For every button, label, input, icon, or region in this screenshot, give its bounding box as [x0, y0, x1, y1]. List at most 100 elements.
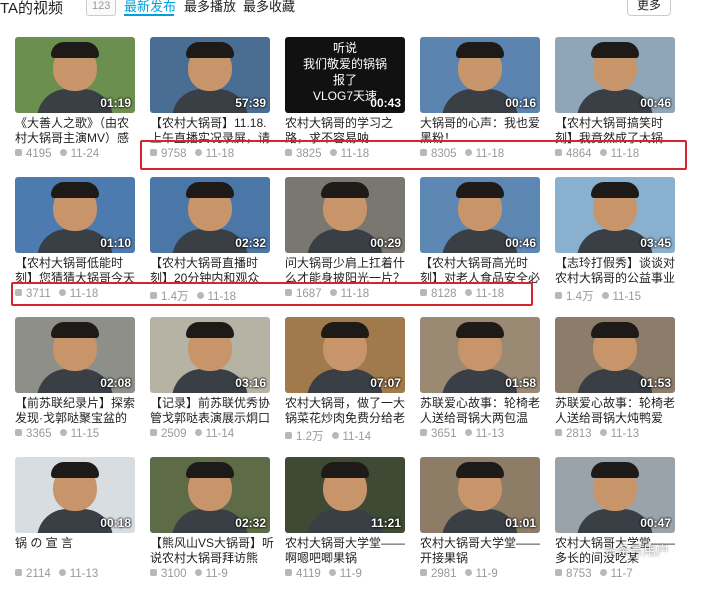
thumbnail-person-shape	[456, 182, 504, 198]
video-title[interactable]: 苏联爱心故事：轮椅老人送给哥锅大两包温	[420, 396, 544, 426]
play-count-icon	[150, 429, 157, 436]
video-stats: 4195 11-24	[15, 148, 139, 162]
video-title[interactable]: 【农村大锅哥直播时刻】20分钟内和观众	[150, 256, 274, 286]
video-thumbnail[interactable]: 01:58	[420, 317, 540, 393]
thumbnail-person-shape	[51, 42, 99, 58]
video-card[interactable]: 07:07 农村大锅哥，做了一大锅菜花炒肉免费分给老 1.2万 11-14	[285, 317, 407, 455]
upload-date: 11-15	[612, 291, 642, 303]
video-duration: 00:46	[640, 96, 671, 110]
video-card[interactable]: 01:10 【农村大锅哥低能时刻】您猜猜大锅哥今天 3711 11-18	[15, 177, 137, 315]
video-thumbnail[interactable]: 00:29	[285, 177, 405, 253]
video-thumbnail[interactable]: 57:39	[150, 37, 270, 113]
video-thumbnail[interactable]: 02:08	[15, 317, 135, 393]
clock-icon	[599, 149, 607, 156]
video-thumbnail[interactable]: 03:16	[150, 317, 270, 393]
video-title[interactable]: 锅 の 宣 言	[15, 536, 139, 566]
video-thumbnail[interactable]: 01:19	[15, 37, 135, 113]
video-duration: 01:58	[505, 376, 536, 390]
video-card[interactable]: 01:58 苏联爱心故事：轮椅老人送给哥锅大两包温 3651 11-13	[420, 317, 542, 455]
video-duration: 01:01	[505, 516, 536, 530]
video-thumbnail[interactable]: 01:10	[15, 177, 135, 253]
video-grid: 01:19 《大善人之歌》（由农村大锅哥主演MV）感 4195 11-24 57:39 【…	[0, 0, 705, 580]
video-title[interactable]: 【农村大锅哥搞笑时刻】我竟然成了大锅	[555, 116, 679, 146]
video-title[interactable]: 【农村大锅哥高光时刻】对老人食品安全必	[420, 256, 544, 286]
video-title[interactable]: 【熊风山VS大锅哥】听说农村大锅哥拜访熊	[150, 536, 274, 566]
video-stats: 2509 11-14	[150, 428, 274, 442]
video-card[interactable]: 01:19 《大善人之歌》（由农村大锅哥主演MV）感 4195 11-24	[15, 37, 137, 175]
video-card[interactable]: 01:53 苏联爱心故事：轮椅老人送给哥锅大炖鸭爱 2813 11-13	[555, 317, 677, 455]
video-card[interactable]: 02:32 【农村大锅哥直播时刻】20分钟内和观众 1.4万 11-18	[150, 177, 272, 315]
video-thumbnail[interactable]: 07:07	[285, 317, 405, 393]
video-title[interactable]: 大锅哥的心声：我也爱黑粉！	[420, 116, 544, 146]
video-stats: 1.2万 11-14	[285, 428, 409, 443]
video-card[interactable]: 00:46 【农村大锅哥搞笑时刻】我竟然成了大锅 4864 11-18	[555, 37, 677, 175]
upload-date: 11-18	[475, 288, 505, 300]
thumbnail-person-shape	[591, 182, 639, 198]
view-count: 1.4万	[161, 291, 189, 303]
video-title[interactable]: 【记录】前苏联优秀协管戈郭哒表演展示炯口	[150, 396, 274, 426]
clock-icon	[194, 149, 202, 156]
video-thumbnail[interactable]: 00:47	[555, 457, 675, 533]
video-card[interactable]: 02:32 【熊风山VS大锅哥】听说农村大锅哥拜访熊 3100 11-9	[150, 457, 274, 595]
video-thumbnail[interactable]: 01:01	[420, 457, 540, 533]
upload-date: 11-13	[610, 428, 640, 440]
play-count-icon	[150, 149, 157, 156]
video-thumbnail[interactable]: 02:32	[150, 177, 270, 253]
video-title[interactable]: 【农村大锅哥低能时刻】您猜猜大锅哥今天	[15, 256, 139, 286]
video-thumbnail[interactable]: 00:16	[420, 37, 540, 113]
video-card[interactable]: 02:08 【前苏联纪录片】探索发现·戈郭哒聚宝盆的 3365 11-15	[15, 317, 137, 455]
view-count: 2509	[161, 428, 187, 440]
video-card[interactable]: 听说 我们敬爱的锅锅 报了 VLOG7天速 00:43 农村大锅哥的学习之路，求不容易呐 3…	[285, 37, 407, 175]
video-card[interactable]: 57:39 【农村大锅哥】11.18.上午直播实况录屏，请 9758 11-18	[150, 37, 272, 175]
video-title[interactable]: 农村大锅哥大学堂——啊嗯吧唧果锅	[285, 536, 409, 566]
video-thumbnail[interactable]: 00:46	[420, 177, 540, 253]
video-title[interactable]: 农村大锅哥的学习之路，求不容易呐	[285, 116, 409, 146]
video-title[interactable]: 问大锅哥少肩上扛着什么才能身披阳光一片？	[285, 256, 409, 286]
view-count: 2813	[566, 428, 592, 440]
video-title[interactable]: 《大善人之歌》（由农村大锅哥主演MV）感	[15, 116, 139, 146]
play-count-icon	[555, 149, 562, 156]
watermark: 头条号用户	[604, 543, 670, 558]
video-title[interactable]: 农村大锅哥，做了一大锅菜花炒肉免费分给老	[285, 396, 409, 426]
clock-icon	[328, 569, 336, 576]
video-card[interactable]: 03:16 【记录】前苏联优秀协管戈郭哒表演展示炯口 2509 11-14	[150, 317, 272, 455]
video-card[interactable]: 01:01 农村大锅哥大学堂——开接果锅 2981 11-9	[420, 457, 542, 595]
video-thumbnail[interactable]: 听说 我们敬爱的锅锅 报了 VLOG7天速 00:43	[285, 37, 405, 113]
clock-icon	[329, 289, 337, 296]
video-card[interactable]: 00:18 锅 の 宣 言 2114 11-13	[15, 457, 137, 595]
video-card[interactable]: 03:45 【志玲打假秀】谈谈对农村大锅哥的公益事业 1.4万 11-15	[555, 177, 677, 315]
video-card[interactable]: 00:47 农村大锅哥大学堂——多长的间没吃某 8753 11-7	[555, 457, 677, 595]
upload-date: 11-18	[475, 148, 505, 160]
video-thumbnail[interactable]: 03:45	[555, 177, 675, 253]
view-count: 1.4万	[566, 291, 594, 303]
clock-icon	[194, 569, 202, 576]
thumbnail-person-shape	[186, 462, 234, 478]
video-thumbnail[interactable]: 02:32	[150, 457, 270, 533]
video-card[interactable]: 11:21 农村大锅哥大学堂——啊嗯吧唧果锅 4119 11-9	[285, 457, 407, 595]
video-stats: 8305 11-18	[420, 148, 544, 162]
video-title[interactable]: 【志玲打假秀】谈谈对农村大锅哥的公益事业	[555, 256, 679, 286]
video-thumbnail[interactable]: 00:18	[15, 457, 135, 533]
video-title[interactable]: 苏联爱心故事：轮椅老人送给哥锅大炖鸭爱	[555, 396, 679, 426]
view-count: 3100	[161, 568, 187, 580]
view-count: 3651	[431, 428, 457, 440]
view-count: 1687	[296, 288, 322, 300]
video-title[interactable]: 【农村大锅哥】11.18.上午直播实况录屏，请	[150, 116, 274, 146]
thumbnail-person-shape	[51, 462, 99, 478]
video-card[interactable]: 00:16 大锅哥的心声：我也爱黑粉！ 8305 11-18	[420, 37, 542, 175]
play-count-icon	[15, 569, 22, 576]
video-title[interactable]: 农村大锅哥大学堂——开接果锅	[420, 536, 544, 566]
thumbnail-person-shape	[51, 182, 99, 198]
play-count-icon	[15, 429, 22, 436]
view-count: 2114	[26, 568, 51, 580]
video-title[interactable]: 【前苏联纪录片】探索发现·戈郭哒聚宝盆的	[15, 396, 139, 426]
thumbnail-person-shape	[591, 322, 639, 338]
video-card[interactable]: 00:29 问大锅哥少肩上扛着什么才能身披阳光一片？ 1687 11-18	[285, 177, 407, 315]
video-thumbnail[interactable]: 01:53	[555, 317, 675, 393]
clock-icon	[601, 292, 609, 299]
thumbnail-person-shape	[456, 322, 504, 338]
video-card[interactable]: 00:46 【农村大锅哥高光时刻】对老人食品安全必 8128 11-18	[420, 177, 542, 315]
video-thumbnail[interactable]: 00:46	[555, 37, 675, 113]
video-thumbnail[interactable]: 11:21	[285, 457, 405, 533]
clock-icon	[464, 569, 472, 576]
